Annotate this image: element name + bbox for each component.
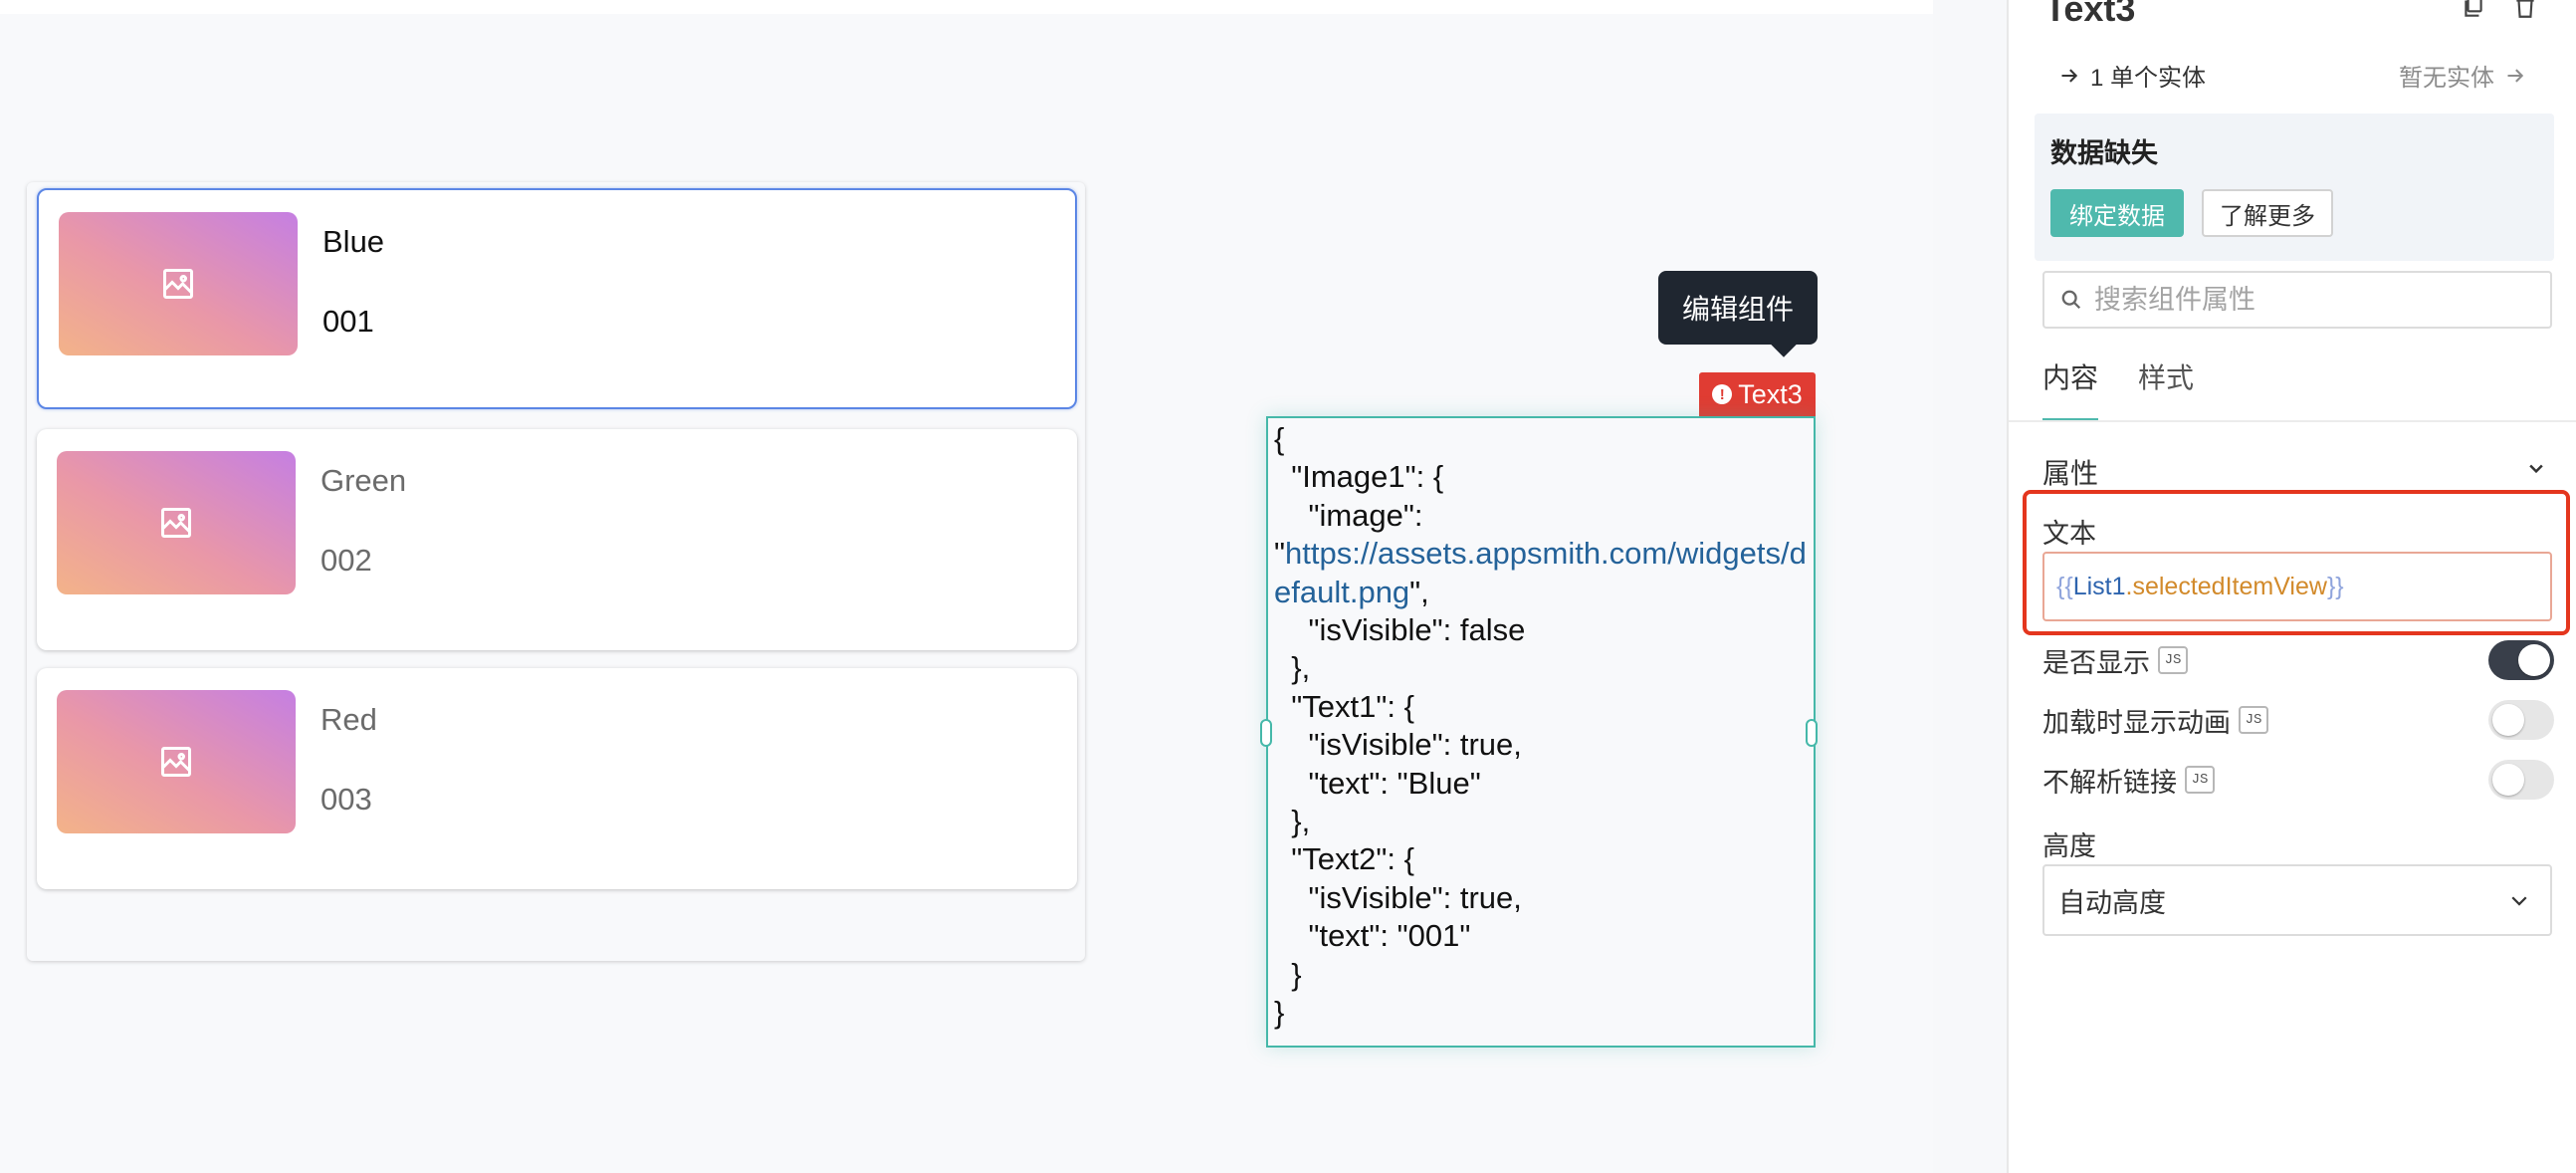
chevron-down-icon [2511, 896, 2527, 906]
canvas-top-strip [0, 0, 1933, 14]
search-icon [2061, 290, 2081, 310]
json-line: }, [1274, 804, 1311, 839]
disable-link-toggle[interactable] [2488, 760, 2554, 800]
prop-label: 是否显示 [2042, 647, 2150, 678]
json-line: "text": "001" [1274, 918, 1471, 954]
json-line: "Image1": { [1274, 459, 1444, 495]
json-quote: ", [1409, 574, 1429, 609]
binding-property: .selectedItemView [2125, 572, 2327, 600]
edit-widget-tooltip: 编辑组件 [1658, 271, 1818, 345]
text-code-input[interactable]: {{List1 .selectedItemView}} [2042, 552, 2552, 621]
item-image[interactable] [57, 690, 296, 833]
json-line: "isVisible": true, [1274, 879, 1522, 915]
toggle-knob [2518, 644, 2550, 676]
widget-name-tag[interactable]: ! Text3 [1699, 372, 1816, 416]
item-image[interactable] [59, 212, 298, 355]
json-line: "image": [1274, 497, 1423, 533]
learn-more-button[interactable]: 了解更多 [2202, 189, 2333, 237]
panel-title[interactable]: Text3 [2044, 0, 2135, 30]
item-code: 001 [322, 304, 374, 339]
tab-content[interactable]: 内容 [2042, 356, 2099, 422]
canvas[interactable]: Blue 001 Green 002 Red 003 编辑组件 ! Text3 [0, 0, 1933, 1173]
tabs-divider [2009, 420, 2576, 422]
entities-left[interactable]: 1 单个实体 [2058, 58, 2206, 93]
json-line: } [1274, 995, 1285, 1031]
binding-brace-close: }} [2326, 572, 2344, 600]
tab-style[interactable]: 样式 [2138, 356, 2194, 416]
copy-icon[interactable] [2459, 0, 2488, 20]
height-label: 高度 [2042, 831, 2096, 861]
image-placeholder-icon [161, 508, 191, 538]
prop-label: 不解析链接 [2042, 767, 2177, 798]
height-select[interactable]: 自动高度 [2042, 864, 2552, 936]
json-line: { [1274, 421, 1285, 456]
json-line: "Text2": { [1274, 841, 1414, 877]
text-widget-content: { "Image1": { "image": "https://assets.a… [1274, 420, 1810, 1033]
text-widget[interactable]: { "Image1": { "image": "https://assets.a… [1260, 416, 1818, 1048]
toggle-knob [2492, 764, 2524, 796]
search-input[interactable] [2094, 284, 2532, 316]
js-toggle-button[interactable]: JS [2158, 646, 2188, 674]
entities-right[interactable]: 暂无实体 [2399, 58, 2526, 93]
image-url-link[interactable]: https://assets.appsmith.com/widgets/defa… [1274, 536, 1807, 608]
property-panel: Text3 1 单个实体 暂无实体 数据缺失 绑定数据 了解更多 内容 样式 属… [2007, 0, 2576, 1173]
json-quote: " [1274, 536, 1286, 572]
json-line: "text": "Blue" [1274, 765, 1481, 801]
chevron-down-icon[interactable] [2526, 458, 2546, 478]
item-code: 003 [321, 782, 372, 817]
json-line: "isVisible": false [1274, 612, 1526, 648]
resize-handle-right[interactable] [1806, 719, 1818, 747]
section-title[interactable]: 属性 [2042, 452, 2098, 492]
json-line: "isVisible": true, [1274, 727, 1522, 763]
resize-handle-left[interactable] [1260, 719, 1272, 747]
json-line: }, [1274, 650, 1311, 686]
image-placeholder-icon [163, 269, 193, 299]
entities-right-label: 暂无实体 [2399, 65, 2494, 92]
js-toggle-button[interactable]: JS [2185, 766, 2215, 794]
toggle-knob [2492, 704, 2524, 736]
bind-data-button[interactable]: 绑定数据 [2050, 189, 2184, 237]
binding-object: List1 [2072, 572, 2126, 600]
list-item[interactable]: Red 003 [37, 668, 1077, 889]
prop-animate-loading: 加载时显示动画 JS [2042, 697, 2554, 743]
entities-left-label: 1 单个实体 [2090, 65, 2207, 92]
widget-name-label: Text3 [1738, 378, 1803, 409]
list-item[interactable]: Blue 001 [37, 188, 1077, 409]
missing-data-box: 数据缺失 绑定数据 了解更多 [2035, 114, 2554, 261]
delete-icon[interactable] [2510, 0, 2540, 20]
prop-visible: 是否显示 JS [2042, 637, 2554, 683]
property-search[interactable] [2042, 271, 2552, 329]
error-icon: ! [1712, 384, 1733, 404]
list-item[interactable]: Green 002 [37, 429, 1077, 650]
height-select-value: 自动高度 [2058, 887, 2166, 918]
arrow-right-icon [2061, 68, 2078, 83]
animate-loading-toggle[interactable] [2488, 700, 2554, 740]
prop-label: 加载时显示动画 [2042, 707, 2231, 738]
panel-tabs: 内容 样式 [2042, 356, 2194, 422]
json-line: } [1274, 956, 1302, 992]
item-title: Green [321, 463, 407, 498]
text-field-label: 文本 [2042, 519, 2096, 549]
image-placeholder-icon [161, 747, 191, 777]
item-code: 002 [321, 543, 372, 578]
visible-toggle[interactable] [2488, 640, 2554, 680]
prop-disable-link: 不解析链接 JS [2042, 757, 2554, 803]
arrow-right-icon [2507, 68, 2524, 83]
js-toggle-button[interactable]: JS [2239, 706, 2268, 734]
item-title: Red [321, 702, 377, 737]
list-widget[interactable]: Blue 001 Green 002 Red 003 [27, 182, 1085, 961]
binding-brace-open: {{ [2056, 572, 2073, 600]
item-image[interactable] [57, 451, 296, 594]
json-line: "Text1": { [1274, 688, 1414, 724]
item-title: Blue [322, 224, 385, 259]
missing-data-title: 数据缺失 [2050, 138, 2158, 168]
